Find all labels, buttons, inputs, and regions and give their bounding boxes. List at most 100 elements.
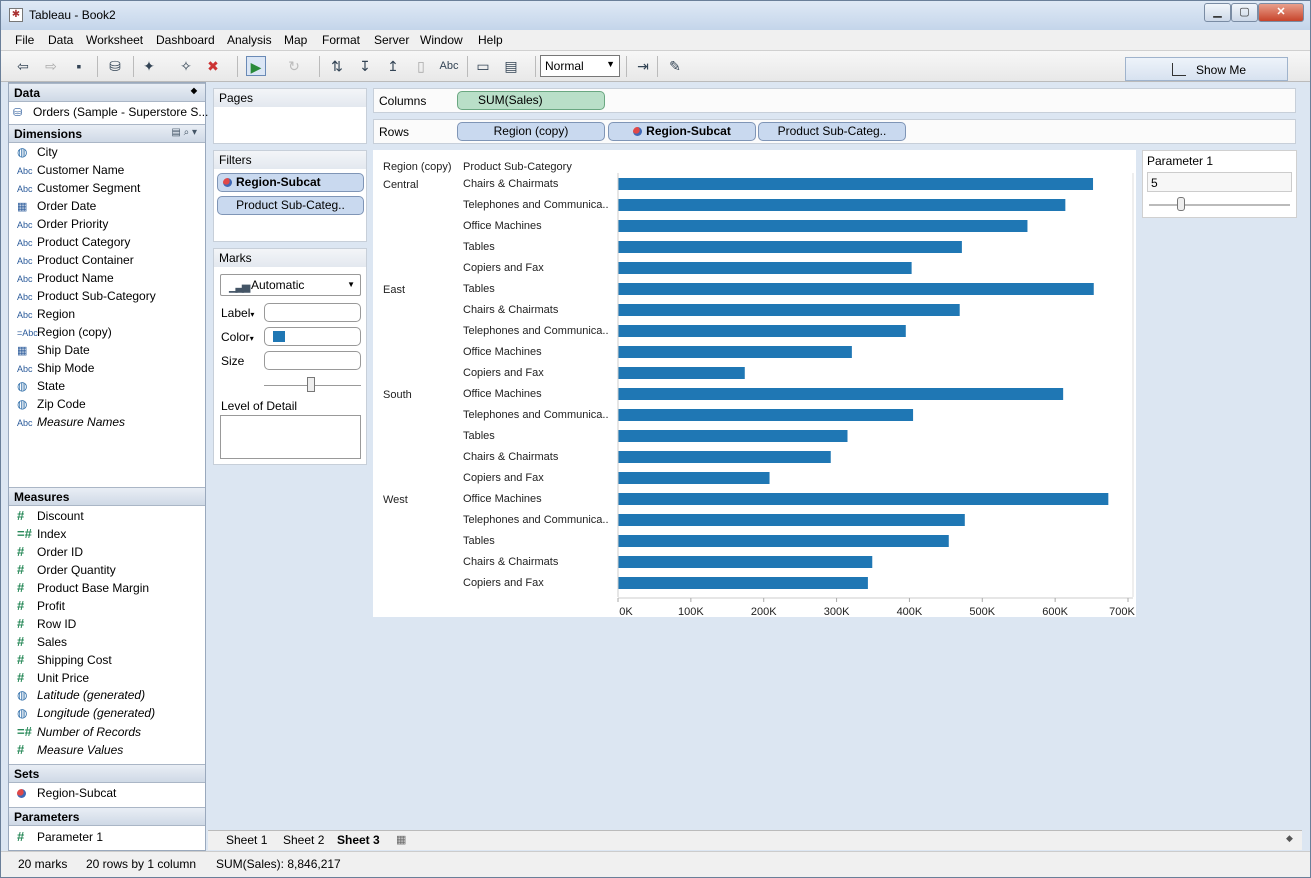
columns-shelf[interactable]: Columns SUM(Sales) <box>373 88 1296 113</box>
measure-item[interactable]: # Measure Values <box>17 742 123 760</box>
parameter-slider-handle[interactable] <box>1177 197 1185 211</box>
set-item[interactable]: Region-Subcat <box>17 786 116 804</box>
save-icon[interactable]: ▪ <box>69 56 89 76</box>
dimension-item[interactable]: Abc Measure Names <box>17 415 125 433</box>
sort-ascending-icon[interactable]: ↧ <box>355 56 375 76</box>
dimension-item[interactable]: ◍ State <box>17 379 65 397</box>
color-shelf-title[interactable]: Color▾ <box>221 330 254 344</box>
close-button[interactable]: ✕ <box>1258 3 1304 22</box>
measure-item[interactable]: =# Index <box>17 526 66 544</box>
bar[interactable] <box>618 493 1109 505</box>
mark-type-select[interactable]: ▁▃▅ Automatic ▼ <box>220 274 361 296</box>
measure-item[interactable]: # Row ID <box>17 616 76 634</box>
view-search-icons[interactable]: ▤ ⌕ ▾ <box>171 127 197 138</box>
column-pill-sum-sales[interactable]: SUM(Sales) <box>457 91 605 110</box>
menu-file[interactable]: File <box>15 33 34 47</box>
bar[interactable] <box>618 199 1066 211</box>
size-slider-handle[interactable] <box>307 377 315 392</box>
measure-item[interactable]: # Order ID <box>17 544 83 562</box>
dimension-item[interactable]: Abc Product Category <box>17 235 130 253</box>
bar[interactable] <box>618 409 914 421</box>
group-icon[interactable]: ▤ <box>501 56 521 76</box>
data-source-item[interactable]: ⛁ Orders (Sample - Superstore S... <box>13 105 208 123</box>
tab-sheet-2[interactable]: Sheet 2 <box>283 833 324 847</box>
bar[interactable] <box>618 514 965 526</box>
dimension-item[interactable]: Abc Product Name <box>17 271 114 289</box>
measure-item[interactable]: # Shipping Cost <box>17 652 112 670</box>
measure-item[interactable]: # Unit Price <box>17 670 89 688</box>
bar[interactable] <box>618 577 868 589</box>
fit-select[interactable]: Normal ▼ <box>540 55 620 77</box>
sort-descending-icon[interactable]: ↥ <box>383 56 403 76</box>
measure-item[interactable]: ◍ Latitude (generated) <box>17 688 145 706</box>
menu-worksheet[interactable]: Worksheet <box>86 33 143 47</box>
tab-sheet-1[interactable]: Sheet 1 <box>226 833 267 847</box>
parameter-value-input[interactable]: 5 <box>1147 172 1292 192</box>
bar[interactable] <box>618 220 1028 232</box>
minimize-button[interactable]: ▁ <box>1204 3 1231 22</box>
menu-format[interactable]: Format <box>322 33 360 47</box>
data-menu-icon[interactable]: ◆ <box>191 86 197 95</box>
row-pill-subcategory[interactable]: Product Sub-Categ.. <box>758 122 906 141</box>
dimension-item[interactable]: Abc Product Container <box>17 253 134 271</box>
rows-shelf[interactable]: Rows Region (copy) Region-Subcat Product… <box>373 119 1296 144</box>
bar[interactable] <box>618 451 831 463</box>
menu-map[interactable]: Map <box>284 33 307 47</box>
dimension-item[interactable]: ▦ Ship Date <box>17 343 90 361</box>
filter-pill-subcategory[interactable]: Product Sub-Categ.. <box>217 196 364 215</box>
menu-help[interactable]: Help <box>478 33 503 47</box>
bar[interactable] <box>618 325 906 337</box>
menu-analysis[interactable]: Analysis <box>227 33 272 47</box>
measure-item[interactable]: ◍ Longitude (generated) <box>17 706 155 724</box>
bar[interactable] <box>618 241 962 253</box>
menu-server[interactable]: Server <box>374 33 409 47</box>
bar[interactable] <box>618 367 745 379</box>
dimension-item[interactable]: Abc Product Sub-Category <box>17 289 156 307</box>
auto-update-icon[interactable]: ▶ <box>246 56 266 76</box>
label-shelf-title[interactable]: Label▾ <box>221 306 254 320</box>
menu-window[interactable]: Window <box>420 33 463 47</box>
maximize-button[interactable]: ▢ <box>1231 3 1258 22</box>
dimension-item[interactable]: Abc Customer Segment <box>17 181 140 199</box>
presentation-icon[interactable]: ▭ <box>473 56 493 76</box>
bar[interactable] <box>618 556 873 568</box>
menu-data[interactable]: Data <box>48 33 73 47</box>
dimension-item[interactable]: ◍ City <box>17 145 58 163</box>
size-shelf[interactable] <box>264 351 361 370</box>
bar[interactable] <box>618 304 960 316</box>
tab-sheet-3[interactable]: Sheet 3 <box>337 833 380 847</box>
new-data-source-icon[interactable]: ⛁ <box>105 56 125 76</box>
level-of-detail-shelf[interactable] <box>220 415 361 459</box>
clear-sheet-icon[interactable]: ✖ <box>203 56 223 76</box>
bar[interactable] <box>618 178 1094 190</box>
show-me-button[interactable]: Show Me <box>1125 57 1288 81</box>
dimension-item[interactable]: Abc Ship Mode <box>17 361 94 379</box>
pages-shelf[interactable]: Pages <box>213 88 367 144</box>
bar[interactable] <box>618 430 848 442</box>
measure-item[interactable]: # Product Base Margin <box>17 580 149 598</box>
dimension-item[interactable]: =AbcRegion (copy) <box>17 325 112 343</box>
tabs-scroll-icon[interactable]: ◆ <box>1286 833 1293 844</box>
new-sheet-icon[interactable]: ▦ <box>396 833 406 846</box>
bar[interactable] <box>618 262 912 274</box>
dimension-item[interactable]: Abc Customer Name <box>17 163 124 181</box>
measure-item[interactable]: # Profit <box>17 598 65 616</box>
filter-pill-region-subcat[interactable]: Region-Subcat <box>217 173 364 192</box>
swap-icon[interactable]: ⇅ <box>327 56 347 76</box>
row-pill-region-subcat[interactable]: Region-Subcat <box>608 122 756 141</box>
fix-axes-icon[interactable]: ⇥ <box>633 56 653 76</box>
measure-item[interactable]: =# Number of Records <box>17 724 141 742</box>
refresh-icon[interactable]: ↻ <box>284 56 304 76</box>
bar[interactable] <box>618 535 949 547</box>
dimension-item[interactable]: Abc Order Priority <box>17 217 108 235</box>
show-labels-button[interactable]: Abc <box>437 56 461 76</box>
dimension-item[interactable]: ▦ Order Date <box>17 199 96 217</box>
back-icon[interactable]: ⇦ <box>13 56 33 76</box>
duplicate-sheet-icon[interactable]: ✧ <box>176 56 196 76</box>
bar[interactable] <box>618 472 770 484</box>
measure-item[interactable]: # Discount <box>17 508 84 526</box>
row-pill-region-copy[interactable]: Region (copy) <box>457 122 605 141</box>
measure-item[interactable]: # Sales <box>17 634 67 652</box>
new-worksheet-icon[interactable]: ✦ <box>139 56 159 76</box>
measure-item[interactable]: # Order Quantity <box>17 562 116 580</box>
